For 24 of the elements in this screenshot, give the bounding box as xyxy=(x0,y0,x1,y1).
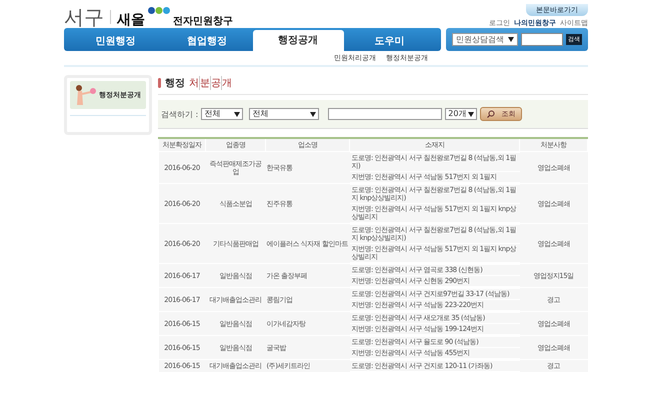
dropdown-arrow-icon xyxy=(234,112,240,116)
filter-label: 검색하기 : xyxy=(161,108,198,120)
search-field[interactable] xyxy=(521,33,563,46)
page-size-select[interactable]: 20개 xyxy=(445,108,478,120)
nav-tab[interactable]: 행정공개 xyxy=(252,30,344,51)
search-icon xyxy=(487,110,496,118)
page-title: 행정 xyxy=(165,77,185,90)
page-title-accent: 처 분공개 xyxy=(189,76,232,90)
nav-tab[interactable]: 도우미 xyxy=(344,32,435,51)
dropdown-arrow-icon xyxy=(508,37,514,42)
title-marker-icon xyxy=(158,78,161,88)
filter-select[interactable]: 전체 xyxy=(201,108,244,120)
district-name: 서구 xyxy=(64,6,104,28)
nav-tab[interactable]: 민원행정 xyxy=(70,32,162,51)
nav-tab[interactable]: 협업행정 xyxy=(161,32,252,51)
logo-dots-icon xyxy=(148,7,170,14)
woman-figure-icon xyxy=(73,83,97,107)
dropdown-arrow-icon xyxy=(310,112,316,116)
keyword-field[interactable] xyxy=(328,108,442,120)
brand-name: 새올 xyxy=(117,12,145,28)
dropdown-arrow-icon xyxy=(468,112,474,116)
service-name: 전자민원창구 xyxy=(173,16,233,28)
category-select[interactable]: 민원상담검색 xyxy=(452,33,518,46)
filter-select[interactable]: 전체 xyxy=(249,108,320,120)
